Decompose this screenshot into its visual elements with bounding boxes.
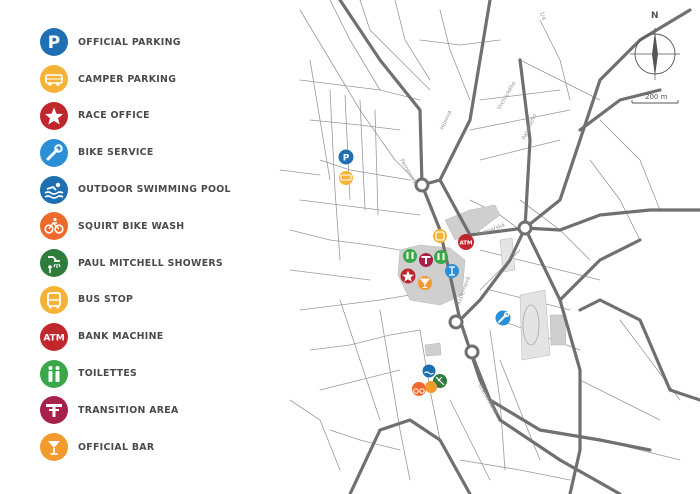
poi-toilettes-2[interactable] xyxy=(434,250,448,264)
legend-label: OFFICIAL PARKING xyxy=(78,36,181,48)
street-label-quarter: 1/4 xyxy=(538,11,546,22)
legend-label: OFFICIAL BAR xyxy=(78,441,155,453)
legend-item-transition-area[interactable]: TRANSITION AREA xyxy=(40,392,280,429)
street-label-pernerova: Pernerova xyxy=(398,158,417,185)
shower-icon xyxy=(40,249,68,278)
street-label-husova: Husova xyxy=(439,110,453,131)
poi-showers[interactable] xyxy=(445,264,459,278)
poi-official-bar[interactable] xyxy=(418,276,432,290)
legend-label: CAMPER PARKING xyxy=(78,73,177,85)
legend-label: PAUL MITCHELL SHOWERS xyxy=(78,257,223,269)
svg-text:P: P xyxy=(343,154,350,164)
legend-item-official-parking[interactable]: P OFFICIAL PARKING xyxy=(40,24,280,61)
legend-item-toilettes[interactable]: TOILETTES xyxy=(40,355,280,392)
legend-item-bike-wash[interactable]: SQUIRT BIKE WASH xyxy=(40,208,280,245)
scale-bar-label: 200 m xyxy=(645,93,668,101)
legend-item-race-office[interactable]: RACE OFFICE xyxy=(40,98,280,135)
legend-label: SQUIRT BIKE WASH xyxy=(78,220,185,232)
parking-icon: P xyxy=(40,28,68,57)
legend-item-bus-stop[interactable]: BUS STOP xyxy=(40,282,280,319)
poi-bike-wash[interactable] xyxy=(412,382,426,396)
poi-official-parking[interactable]: P xyxy=(338,149,354,165)
legend-item-camper-parking[interactable]: CAMPER PARKING xyxy=(40,61,280,98)
svg-text:ATM: ATM xyxy=(43,333,64,343)
bike-wash-icon xyxy=(40,212,68,241)
street-label-vrchlickeho: Vrchlického xyxy=(496,79,518,111)
compass-north-label: N xyxy=(651,11,659,21)
compass xyxy=(630,28,680,80)
bar-icon xyxy=(40,433,68,462)
legend-label: BIKE SERVICE xyxy=(78,147,154,159)
legend-item-swimming-pool[interactable]: OUTDOOR SWIMMING POOL xyxy=(40,171,280,208)
legend-label: TRANSITION AREA xyxy=(78,404,179,416)
legend-item-official-bar[interactable]: OFFICIAL BAR xyxy=(40,429,280,466)
swimming-icon xyxy=(40,175,68,204)
camper-icon xyxy=(40,65,68,94)
street-network xyxy=(279,0,681,481)
bus-icon xyxy=(40,285,68,314)
map-legend: P OFFICIAL PARKING CAMPER PARKING RACE O… xyxy=(40,24,280,466)
legend-label: RACE OFFICE xyxy=(78,110,150,122)
legend-label: BANK MACHINE xyxy=(78,331,164,343)
legend-label: TOILETTES xyxy=(78,368,138,380)
poi-transition-area[interactable] xyxy=(419,253,433,267)
poi-atm[interactable]: ATM xyxy=(458,234,474,250)
atm-icon: ATM xyxy=(40,322,68,351)
poi-toilettes-1[interactable] xyxy=(403,249,417,263)
legend-item-bank-machine[interactable]: ATM BANK MACHINE xyxy=(40,318,280,355)
transition-icon xyxy=(40,396,68,425)
legend-item-bike-service[interactable]: BIKE SERVICE xyxy=(40,134,280,171)
star-icon xyxy=(40,101,68,130)
poi-camper-parking[interactable] xyxy=(339,171,353,185)
legend-item-showers[interactable]: PAUL MITCHELL SHOWERS xyxy=(40,245,280,282)
poi-bus-stop[interactable] xyxy=(433,229,447,243)
legend-label: BUS STOP xyxy=(78,294,134,306)
poi-race-office[interactable] xyxy=(400,268,416,284)
legend-label: OUTDOOR SWIMMING POOL xyxy=(78,184,231,196)
wrench-icon xyxy=(40,138,68,167)
poi-bike-service[interactable] xyxy=(495,310,511,326)
toilet-icon xyxy=(40,359,68,388)
main-roads xyxy=(338,0,700,494)
poi-bar-2[interactable] xyxy=(425,381,437,393)
svg-text:ATM: ATM xyxy=(459,241,472,247)
poi-swimming-pool[interactable] xyxy=(422,364,436,378)
street-label-kramolinska: Kramolínská xyxy=(476,383,499,416)
svg-text:P: P xyxy=(48,33,60,53)
